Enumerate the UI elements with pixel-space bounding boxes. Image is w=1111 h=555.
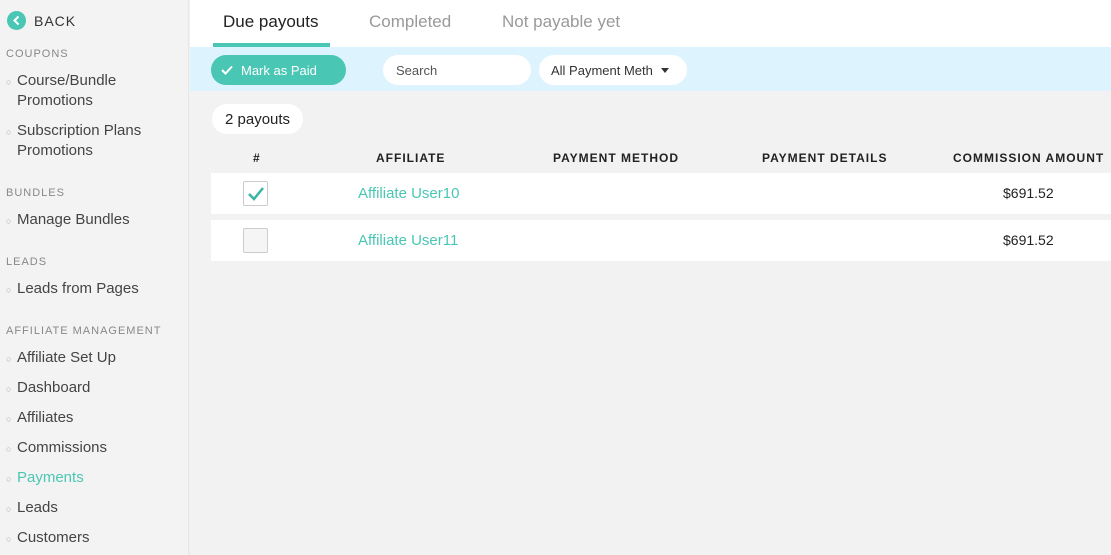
sidebar-item-label: Promotions: [17, 142, 93, 159]
sidebar-item-dashboard[interactable]: ○ Dashboard: [6, 378, 90, 399]
chevron-left-icon: [7, 11, 26, 30]
sidebar-item-label: Leads: [17, 499, 58, 516]
search-input[interactable]: [383, 55, 531, 85]
sidebar-item-label: Manage Bundles: [17, 211, 130, 228]
bullet-icon: ○: [6, 216, 12, 226]
section-title-coupons: COUPONS: [6, 48, 69, 60]
sidebar-item-leads-from-pages[interactable]: ○ Leads from Pages: [6, 279, 139, 300]
sidebar: BACK COUPONS ○ Course/Bundle Promotions …: [0, 0, 189, 555]
bullet-icon: ○: [6, 77, 12, 87]
sidebar-item-label: Leads from Pages: [17, 280, 139, 297]
column-header-affiliate[interactable]: AFFILIATE: [376, 151, 445, 165]
sidebar-item-label: Course/Bundle: [17, 72, 117, 89]
affiliate-link[interactable]: Affiliate User10: [358, 185, 459, 202]
payout-count-badge: 2 payouts: [212, 104, 304, 134]
sidebar-item-label: Subscription Plans: [17, 122, 142, 139]
sidebar-item-label: Promotions: [17, 92, 93, 109]
bullet-icon: ○: [6, 474, 12, 484]
table-row: Affiliate User10 $691.52: [211, 173, 1111, 214]
bullet-icon: ○: [6, 414, 12, 424]
payment-method-value: All Payment Methods: [551, 62, 652, 78]
sidebar-item-label: Affiliates: [17, 409, 74, 426]
bullet-icon: ○: [6, 127, 12, 137]
sidebar-item-payments[interactable]: ○ Payments: [6, 468, 84, 489]
commission-amount: $691.52: [1003, 232, 1054, 248]
bullet-icon: ○: [6, 504, 12, 514]
check-icon: [221, 65, 233, 75]
sidebar-item-affiliate-set-up[interactable]: ○ Affiliate Set Up: [6, 348, 116, 369]
main-content: Due payouts Completed Not payable yet Ma…: [190, 0, 1111, 555]
sidebar-item-commissions[interactable]: ○ Commissions: [6, 438, 107, 459]
column-header-payment-method[interactable]: PAYMENT METHOD: [553, 151, 679, 165]
sidebar-item-course-bundle-promotions[interactable]: ○ Course/Bundle Promotions: [6, 71, 116, 111]
table-row: Affiliate User11 $691.52: [211, 220, 1111, 261]
section-title-bundles: BUNDLES: [6, 187, 65, 199]
sidebar-item-label: Affiliate Set Up: [17, 349, 116, 366]
column-header-number: #: [253, 151, 261, 165]
bullet-icon: ○: [6, 354, 12, 364]
sidebar-item-manage-bundles[interactable]: ○ Manage Bundles: [6, 210, 130, 231]
mark-as-paid-button[interactable]: Mark as Paid: [211, 55, 346, 85]
bullet-icon: ○: [6, 444, 12, 454]
mark-as-paid-label: Mark as Paid: [241, 62, 317, 78]
back-button[interactable]: BACK: [7, 11, 76, 30]
bullet-icon: ○: [6, 534, 12, 544]
sidebar-item-label: Customers: [17, 529, 90, 546]
tab-not-payable-yet[interactable]: Not payable yet: [502, 12, 620, 32]
column-header-payment-details[interactable]: PAYMENT DETAILS: [762, 151, 887, 165]
sidebar-item-customers[interactable]: ○ Customers: [6, 528, 90, 549]
payment-method-select[interactable]: All Payment Methods: [539, 55, 687, 85]
sidebar-item-label: Payments: [17, 469, 84, 486]
commission-amount: $691.52: [1003, 185, 1054, 201]
bullet-icon: ○: [6, 384, 12, 394]
tab-due-payouts[interactable]: Due payouts: [223, 12, 318, 32]
column-header-commission-amount[interactable]: COMMISSION AMOUNT: [953, 151, 1104, 165]
tab-completed[interactable]: Completed: [369, 12, 451, 32]
tab-bar: Due payouts Completed Not payable yet: [190, 0, 1111, 47]
section-title-affiliate-management: AFFILIATE MANAGEMENT: [6, 325, 162, 337]
row-checkbox[interactable]: [243, 228, 268, 253]
sidebar-item-label: Dashboard: [17, 379, 91, 396]
toolbar: Mark as Paid All Payment Methods: [190, 47, 1111, 91]
back-label: BACK: [34, 12, 77, 29]
check-icon: [247, 187, 264, 201]
sidebar-item-label: Commissions: [17, 439, 108, 456]
bullet-icon: ○: [6, 285, 12, 295]
sidebar-item-affiliates[interactable]: ○ Affiliates: [6, 408, 73, 429]
caret-down-icon: [661, 67, 669, 73]
sidebar-item-leads[interactable]: ○ Leads: [6, 498, 58, 519]
row-checkbox[interactable]: [243, 181, 268, 206]
sidebar-item-subscription-plans-promotions[interactable]: ○ Subscription Plans Promotions: [6, 121, 141, 161]
affiliate-link[interactable]: Affiliate User11: [358, 232, 458, 249]
section-title-leads: LEADS: [6, 256, 48, 268]
